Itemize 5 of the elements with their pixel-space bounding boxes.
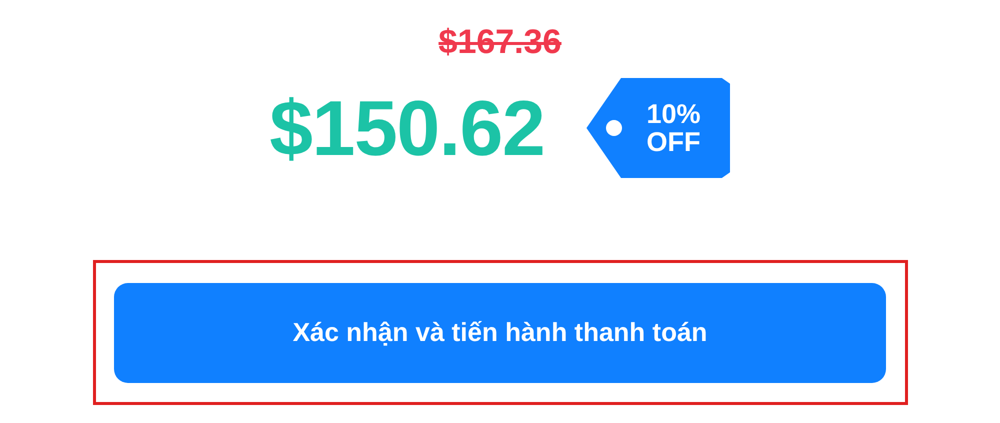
price: $150.62 xyxy=(270,83,544,174)
tag-hole-icon xyxy=(606,120,622,136)
confirm-payment-button[interactable]: Xác nhận và tiến hành thanh toán xyxy=(114,282,886,382)
discount-label: 10% OFF xyxy=(645,100,702,156)
original-price: $167.36 xyxy=(438,22,562,63)
